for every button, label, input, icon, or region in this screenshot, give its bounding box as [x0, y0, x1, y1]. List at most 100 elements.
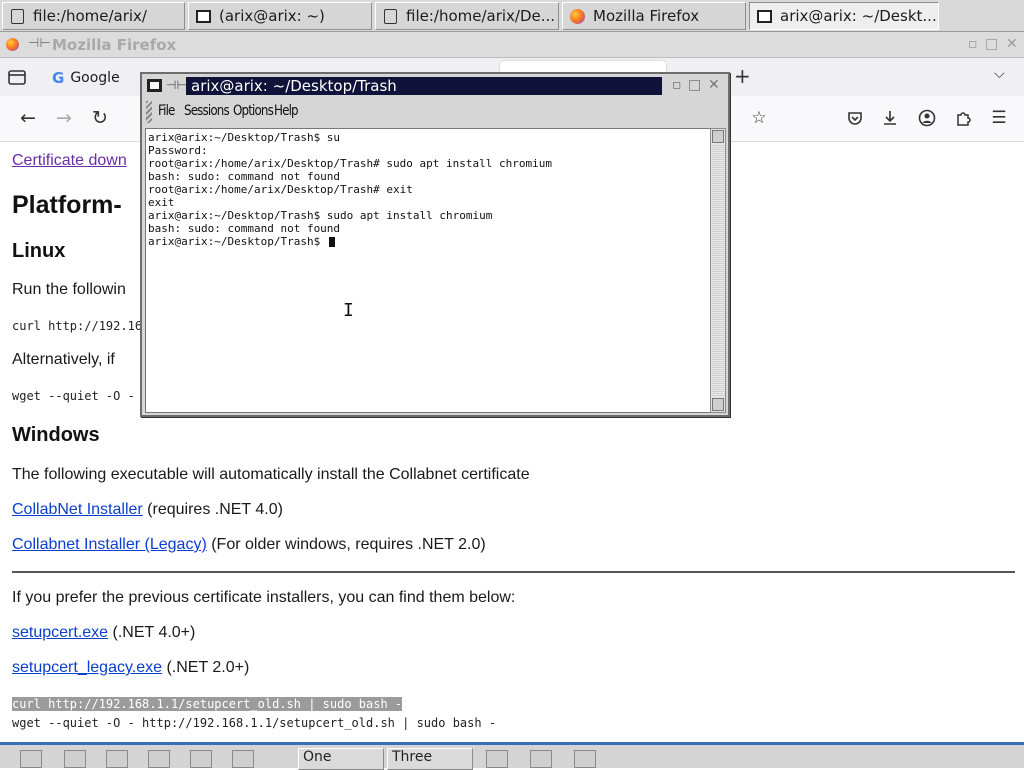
- windows-description: The following executable will automatica…: [12, 466, 530, 483]
- konsole-titlebar: ⊣⊢ arix@arix: ~/Desktop/Trash ▫ □ ✕: [142, 74, 728, 98]
- scroll-up-arrow-icon[interactable]: [712, 130, 724, 143]
- terminal-line: arix@arix:~/Desktop/Trash$ su: [148, 131, 341, 144]
- terminal-line: root@arix:/home/arix/Desktop/Trash# exit: [148, 183, 413, 196]
- konsole-menubar: File Sessions Options Help: [142, 98, 728, 126]
- menu-help[interactable]: Help: [274, 103, 299, 119]
- ibeam-cursor-icon: I: [343, 300, 354, 321]
- tab-overview-icon[interactable]: [6, 66, 28, 88]
- tray-icon[interactable]: [574, 750, 596, 768]
- certificate-download-link[interactable]: Certificate down: [12, 152, 127, 170]
- heading-platform: Platform-: [12, 191, 122, 219]
- terminal-screen[interactable]: arix@arix:~/Desktop/Trash$ su Password: …: [145, 128, 711, 413]
- maximize-icon[interactable]: □: [688, 77, 701, 93]
- launcher-icon[interactable]: [20, 750, 42, 768]
- pocket-icon[interactable]: [844, 107, 866, 129]
- minimize-icon[interactable]: ▫: [968, 36, 978, 52]
- task-firefox[interactable]: Mozilla Firefox: [562, 2, 746, 30]
- bookmark-star-icon[interactable]: ☆: [748, 107, 770, 129]
- taskbar: file:/home/arix/ (arix@arix: ~) file:/ho…: [0, 0, 1024, 32]
- collabnet-installer-row: CollabNet Installer (requires .NET 4.0): [12, 501, 283, 519]
- task-terminal-home[interactable]: (arix@arix: ~): [188, 2, 372, 30]
- new-tab-icon[interactable]: +: [734, 64, 751, 88]
- google-icon: G: [52, 69, 65, 87]
- terminal-icon: [756, 8, 772, 24]
- terminal-scrollbar[interactable]: [710, 128, 726, 413]
- konsole-title: arix@arix: ~/Desktop/Trash: [186, 77, 662, 95]
- collabnet-legacy-note: (For older windows, requires .NET 2.0): [206, 536, 486, 553]
- terminal-icon: [147, 79, 162, 92]
- setupcert-legacy-link[interactable]: setupcert_legacy.exe: [12, 659, 162, 676]
- task-file-home[interactable]: file:/home/arix/: [2, 2, 185, 30]
- prefer-previous-text: If you prefer the previous certificate i…: [12, 589, 516, 606]
- document-icon: [382, 8, 398, 24]
- launcher-icon[interactable]: [232, 750, 254, 768]
- terminal-line: root@arix:/home/arix/Desktop/Trash# sudo…: [148, 157, 552, 170]
- curl-command: curl http://192.16: [12, 319, 143, 333]
- alternatively-text: Alternatively, if: [12, 351, 115, 368]
- firefox-icon: [569, 8, 585, 24]
- download-icon[interactable]: [879, 107, 901, 129]
- collabnet-legacy-link[interactable]: Collabnet Installer (Legacy): [12, 536, 207, 553]
- scroll-track[interactable]: [712, 145, 724, 396]
- forward-icon[interactable]: →: [52, 107, 76, 129]
- maximize-icon[interactable]: □: [985, 36, 998, 52]
- chevron-down-icon[interactable]: ⌵: [994, 66, 1005, 82]
- task-label: arix@arix: ~/Deskt...: [780, 7, 937, 25]
- setupcert-row: setupcert.exe (.NET 4.0+): [12, 624, 195, 642]
- terminal-line: arix@arix:~/Desktop/Trash$ sudo apt inst…: [148, 209, 493, 222]
- minimize-icon[interactable]: ▫: [672, 77, 682, 93]
- wget-command: wget --quiet -O -: [12, 389, 135, 403]
- heading-linux: Linux: [12, 240, 66, 262]
- firefox-icon: [6, 38, 19, 51]
- wget-old-command[interactable]: wget --quiet -O - http://192.168.1.1/set…: [12, 716, 496, 730]
- desktop-three[interactable]: Three: [387, 748, 473, 770]
- terminal-line: bash: sudo: command not found: [148, 222, 341, 235]
- tray-icon[interactable]: [486, 750, 508, 768]
- setupcert-note: (.NET 4.0+): [108, 624, 196, 641]
- window-title: Mozilla Firefox: [52, 36, 177, 54]
- menu-sessions[interactable]: Sessions: [184, 103, 230, 119]
- setupcert-legacy-note: (.NET 2.0+): [162, 659, 250, 676]
- curl-old-command[interactable]: curl http://192.168.1.1/setupcert_old.sh…: [12, 697, 403, 711]
- run-following-text: Run the followin: [12, 281, 126, 298]
- tab-label: Google: [70, 70, 120, 86]
- launcher-icon[interactable]: [64, 750, 86, 768]
- divider: [12, 571, 1015, 573]
- terminal-launcher-icon[interactable]: [148, 750, 170, 768]
- pin-icon[interactable]: ⊣⊢: [166, 78, 187, 92]
- tray-icon[interactable]: [530, 750, 552, 768]
- task-terminal-trash[interactable]: arix@arix: ~/Deskt...: [749, 2, 939, 30]
- desktop-one[interactable]: One: [298, 748, 384, 770]
- document-icon: [9, 8, 25, 24]
- task-label: file:/home/arix/De...: [406, 7, 556, 25]
- menu-options[interactable]: Options: [233, 103, 274, 119]
- account-icon[interactable]: [916, 107, 938, 129]
- setupcert-link[interactable]: setupcert.exe: [12, 624, 108, 641]
- reload-icon[interactable]: ↻: [88, 107, 112, 129]
- collabnet-installer-link[interactable]: CollabNet Installer: [12, 501, 143, 518]
- menu-file[interactable]: File: [158, 103, 175, 119]
- collabnet-installer-note: (requires .NET 4.0): [142, 501, 283, 518]
- back-icon[interactable]: ←: [16, 107, 40, 129]
- close-icon[interactable]: ✕: [708, 77, 720, 93]
- collabnet-legacy-row: Collabnet Installer (Legacy) (For older …: [12, 536, 486, 554]
- task-file-desktop[interactable]: file:/home/arix/De...: [375, 2, 559, 30]
- toolbar-grip[interactable]: [146, 101, 152, 123]
- task-label: file:/home/arix/: [33, 7, 147, 25]
- scroll-down-arrow-icon[interactable]: [712, 398, 724, 411]
- heading-windows: Windows: [12, 424, 100, 446]
- task-label: Mozilla Firefox: [593, 7, 700, 25]
- terminal-prompt-line: arix@arix:~/Desktop/Trash$: [148, 235, 710, 248]
- launcher-icon[interactable]: [190, 750, 212, 768]
- firefox-titlebar: ⊣⊢ Mozilla Firefox ▫ □ ✕: [0, 32, 1024, 58]
- konsole-window: ⊣⊢ arix@arix: ~/Desktop/Trash ▫ □ ✕ File…: [140, 72, 730, 417]
- menu-icon[interactable]: ☰: [988, 107, 1010, 129]
- launcher-icon[interactable]: [106, 750, 128, 768]
- setupcert-legacy-row: setupcert_legacy.exe (.NET 2.0+): [12, 659, 249, 677]
- extensions-icon[interactable]: [952, 107, 974, 129]
- text-cursor: [328, 237, 335, 247]
- task-label: (arix@arix: ~): [219, 7, 325, 25]
- terminal-line: exit: [148, 196, 175, 209]
- close-icon[interactable]: ✕: [1006, 36, 1018, 52]
- pin-icon[interactable]: ⊣⊢: [28, 36, 51, 51]
